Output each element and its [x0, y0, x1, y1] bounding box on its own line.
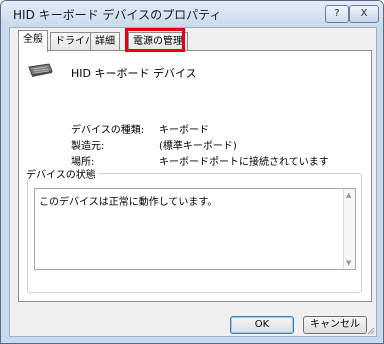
- device-status-group: デバイスの状態 このデバイスは正常に動作しています。 ▲ ▼: [24, 166, 362, 293]
- tab-general[interactable]: 全般: [18, 30, 48, 52]
- device-status-text: このデバイスは正常に動作しています。: [39, 197, 218, 208]
- title-bar[interactable]: HID キーボード デバイスのプロパティ ? X: [1, 1, 383, 27]
- ok-button[interactable]: OK: [230, 316, 294, 334]
- help-button[interactable]: ?: [325, 5, 349, 23]
- properties-dialog: HID キーボード デバイスのプロパティ ? X 全般 ドライバ 詳細 電源の管…: [0, 0, 384, 344]
- device-status-textbox[interactable]: このデバイスは正常に動作しています。 ▲ ▼: [34, 188, 356, 270]
- scroll-down-icon[interactable]: ▼: [346, 259, 351, 267]
- close-button[interactable]: X: [349, 5, 379, 23]
- resize-grip-icon[interactable]: [365, 325, 375, 335]
- scroll-up-icon[interactable]: ▲: [346, 191, 351, 199]
- dialog-body: 全般 ドライバ 詳細 電源の管理 HID キーボード デバイス デバイスの種類:…: [9, 27, 377, 337]
- tab-details[interactable]: 詳細: [90, 32, 120, 51]
- device-type-label: デバイスの種類:: [71, 125, 145, 136]
- cancel-button[interactable]: キャンセル: [303, 316, 367, 334]
- general-tab-panel: HID キーボード デバイス デバイスの種類: キーボード 製造元: (標準キー…: [18, 50, 372, 302]
- manufacturer-value: (標準キーボード): [159, 141, 237, 152]
- device-name: HID キーボード デバイス: [71, 67, 197, 80]
- status-scrollbar[interactable]: ▲ ▼: [343, 189, 355, 269]
- window-title: HID キーボード デバイスのプロパティ: [13, 8, 222, 22]
- device-status-label: デバイスの状態: [24, 166, 98, 181]
- tab-power-management[interactable]: 電源の管理: [128, 32, 188, 51]
- manufacturer-label: 製造元:: [71, 141, 105, 152]
- device-type-value: キーボード: [159, 125, 209, 136]
- location-value: キーボードポートに接続されています: [159, 157, 329, 168]
- keyboard-icon: [28, 63, 53, 77]
